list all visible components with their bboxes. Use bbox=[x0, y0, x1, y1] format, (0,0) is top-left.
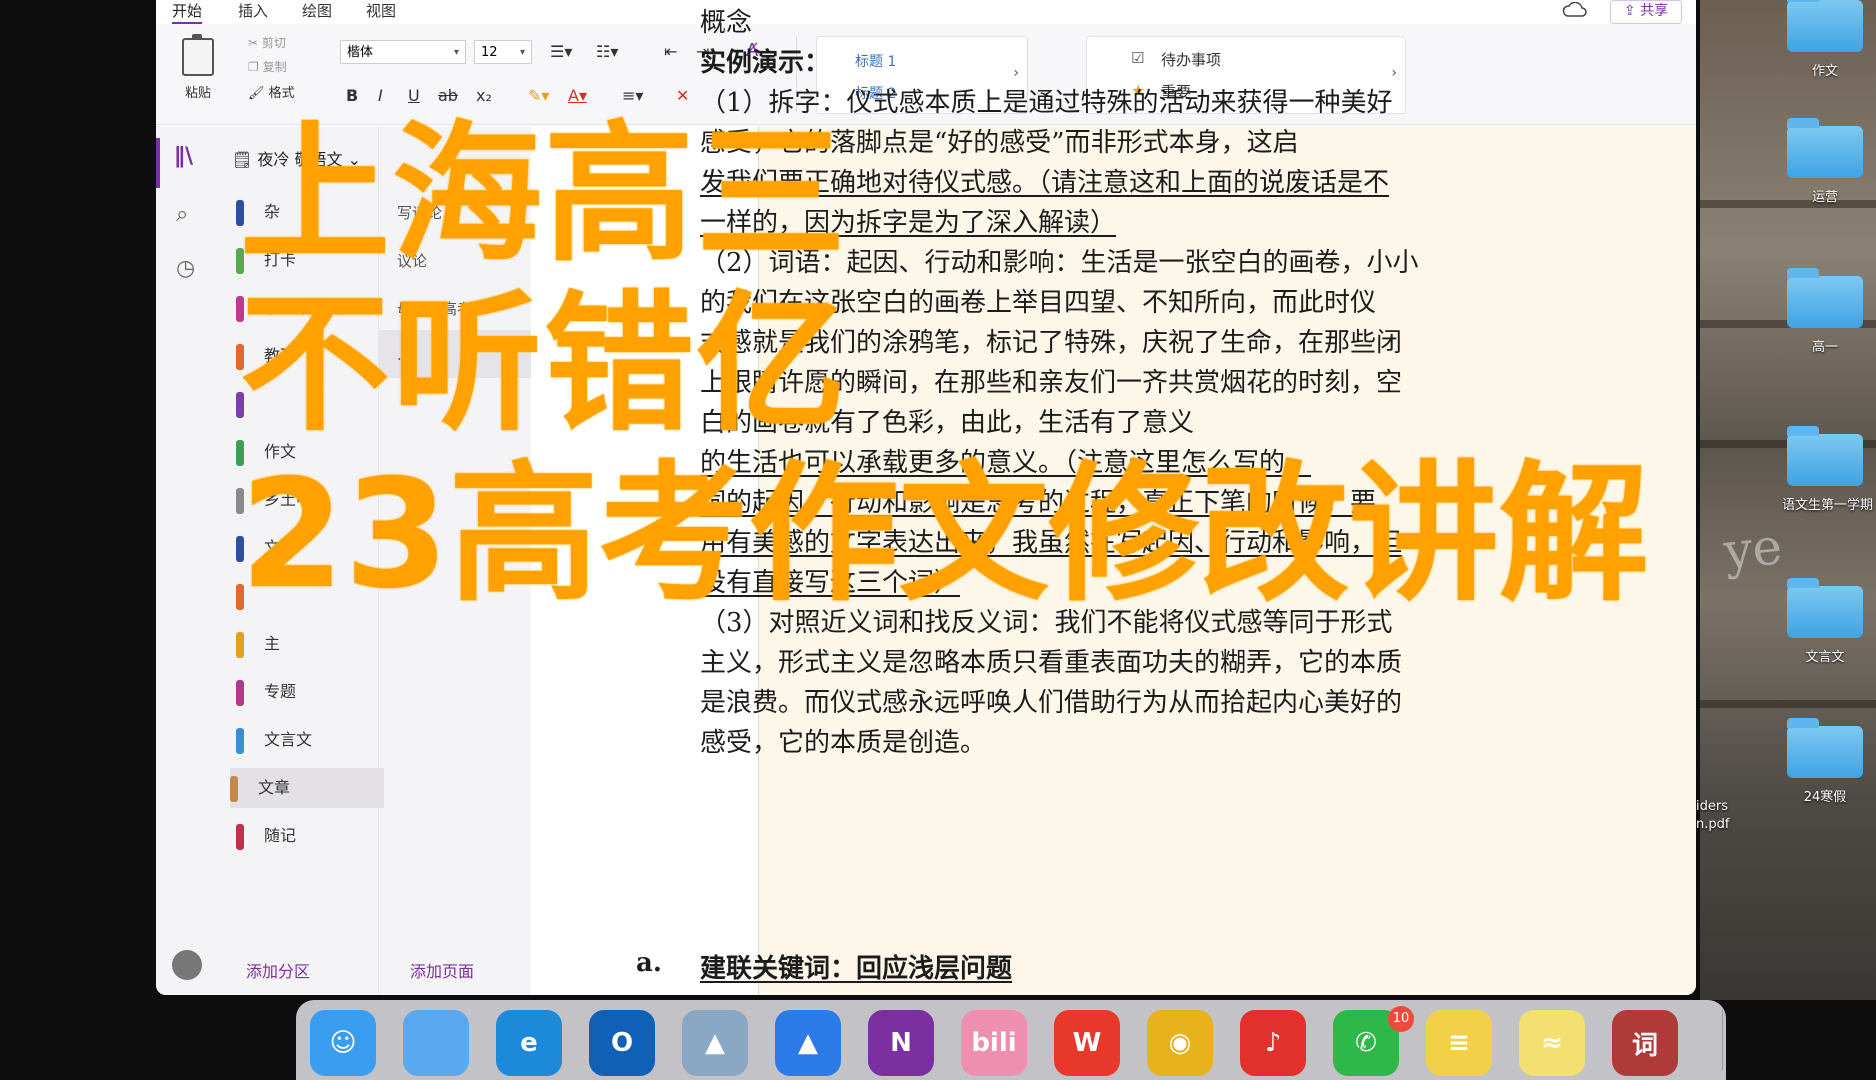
section-label: 主 bbox=[264, 634, 281, 653]
numbered-list-icon[interactable]: ☷▾ bbox=[596, 42, 618, 61]
folder-icon bbox=[1787, 268, 1863, 328]
section-item[interactable]: 主 bbox=[236, 624, 376, 664]
wallpaper-sign: ye bbox=[1721, 517, 1785, 581]
align-icon[interactable]: ≡▾ bbox=[622, 86, 643, 105]
section-color-tab bbox=[236, 680, 244, 706]
folder-icon bbox=[1787, 0, 1863, 52]
stickies-icon[interactable]: ≈ bbox=[1519, 1010, 1585, 1076]
notebooks-icon[interactable]: ∥\ bbox=[174, 144, 193, 169]
recent-icon[interactable]: ◷ bbox=[176, 256, 195, 281]
section-item[interactable]: 随记 bbox=[236, 816, 376, 856]
section-color-tab bbox=[236, 728, 244, 754]
overlay-line-1: 上海高三 bbox=[240, 108, 849, 282]
chrome-icon[interactable]: ◉ bbox=[1147, 1010, 1213, 1076]
share-button[interactable]: ⇪ 共享 bbox=[1610, 0, 1682, 24]
add-section-button[interactable]: 添加分区 bbox=[246, 958, 310, 982]
bold-button[interactable]: B bbox=[346, 86, 358, 105]
section-label: 文言文 bbox=[264, 730, 313, 749]
dictionary-icon[interactable]: 词 bbox=[1612, 1010, 1678, 1076]
chevron-right-icon[interactable]: › bbox=[1391, 65, 1397, 81]
highlighter-icon[interactable]: ✎▾ bbox=[528, 86, 549, 105]
account-avatar-icon[interactable] bbox=[172, 950, 202, 980]
format-painter-button[interactable]: 🖌 格式 bbox=[248, 82, 295, 101]
folder-icon bbox=[1787, 426, 1863, 486]
note-heading: 建联关键词：回应浅层问题 bbox=[700, 954, 1013, 984]
desktop-folder[interactable]: 作文 bbox=[1782, 0, 1868, 79]
note-line: 主义，形式主义是忽略本质只看重表面功夫的糊弄，它的本质 bbox=[700, 648, 1403, 678]
onenote-icon[interactable]: N bbox=[868, 1010, 934, 1076]
tab-view[interactable]: 视图 bbox=[366, 0, 396, 21]
photos-icon[interactable]: ▲ bbox=[682, 1010, 748, 1076]
desktop-folder[interactable]: 高一 bbox=[1782, 268, 1868, 355]
section-label: 随记 bbox=[264, 826, 297, 845]
folder-icon bbox=[1787, 578, 1863, 638]
folder-icon bbox=[1787, 718, 1863, 778]
tab-insert[interactable]: 插入 bbox=[238, 0, 268, 21]
font-size-select[interactable]: 12 ▾ bbox=[474, 40, 532, 64]
note-line: 实例演示： bbox=[700, 48, 831, 78]
note-line: 是浪费。而仪式感永远呼唤人们借助行为从而拾起内心美好的 bbox=[700, 688, 1403, 718]
section-color-tab bbox=[230, 776, 238, 802]
rail-active-indicator bbox=[156, 138, 160, 188]
sync-cloud-icon[interactable] bbox=[1562, 2, 1588, 18]
chevron-down-icon: ▾ bbox=[453, 47, 459, 58]
dock-divider bbox=[1722, 1010, 1723, 1070]
heading-marker: a. bbox=[636, 948, 662, 978]
font-color-icon[interactable]: A▾ bbox=[568, 86, 587, 105]
bilibili-icon[interactable]: bili bbox=[961, 1010, 1027, 1076]
underline-button[interactable]: U bbox=[408, 86, 420, 105]
section-color-tab bbox=[236, 824, 244, 850]
desktop-folder[interactable]: 文言文 bbox=[1782, 578, 1868, 665]
section-label: 文章 bbox=[258, 778, 291, 797]
section-color-tab bbox=[236, 632, 244, 658]
notes-app-icon[interactable] bbox=[403, 1010, 469, 1076]
delete-icon[interactable]: ✕ bbox=[676, 86, 689, 105]
outlook-icon[interactable]: O bbox=[589, 1010, 655, 1076]
chevron-down-icon: ▾ bbox=[519, 47, 525, 58]
strikethrough-button[interactable]: ab bbox=[438, 86, 458, 105]
clipboard-icon bbox=[182, 34, 214, 76]
desktop-folder[interactable]: 24寒假 bbox=[1782, 718, 1868, 805]
wps-icon[interactable]: W bbox=[1054, 1010, 1120, 1076]
checkbox-icon: ☑ bbox=[1131, 49, 1145, 67]
search-icon[interactable]: ⌕ bbox=[176, 202, 188, 227]
style-heading-1[interactable]: 标题 1 bbox=[855, 51, 896, 71]
desktop-file-label[interactable]: iders n.pdf bbox=[1696, 798, 1729, 834]
note-line: 概念 bbox=[700, 8, 753, 38]
tab-draw[interactable]: 绘图 bbox=[302, 0, 332, 21]
tab-home[interactable]: 开始 bbox=[172, 0, 203, 25]
desktop-folder[interactable]: 运营 bbox=[1782, 118, 1868, 205]
outdent-icon[interactable]: ⇤ bbox=[664, 42, 677, 61]
note-line: 感受，它的本质是创造。 bbox=[700, 728, 987, 758]
paste-button[interactable]: 粘贴 bbox=[174, 34, 222, 101]
wechat-badge: 10 bbox=[1388, 1006, 1414, 1032]
folder-icon bbox=[1787, 118, 1863, 178]
finder-icon[interactable]: ☺ bbox=[310, 1010, 376, 1076]
edge-icon[interactable]: e bbox=[496, 1010, 562, 1076]
section-item[interactable]: 文章 bbox=[230, 768, 384, 808]
section-item[interactable]: 文言文 bbox=[236, 720, 376, 760]
font-name-select[interactable]: 楷体 ▾ bbox=[340, 40, 466, 64]
overlay-line-2: 不听错亿 bbox=[240, 278, 849, 452]
ribbon-tabs: 开始 插入 绘图 视图 bbox=[156, 0, 1696, 25]
notes-icon[interactable]: ≡ bbox=[1426, 1010, 1492, 1076]
tag-todo[interactable]: 待办事项 bbox=[1161, 49, 1221, 70]
netease-music-icon[interactable]: ♪ bbox=[1240, 1010, 1306, 1076]
copy-button[interactable]: ❐ 复制 bbox=[248, 58, 287, 75]
subscript-button[interactable]: x₂ bbox=[476, 86, 492, 105]
section-item[interactable]: 专题 bbox=[236, 672, 376, 712]
overlay-line-3: 23高考作文修改讲解 bbox=[240, 448, 1649, 622]
desktop-folder[interactable]: 语文生第一学期 bbox=[1782, 426, 1873, 513]
italic-button[interactable]: I bbox=[378, 86, 383, 105]
add-page-button[interactable]: 添加页面 bbox=[410, 958, 474, 982]
chevron-right-icon[interactable]: › bbox=[1013, 65, 1019, 81]
lark-icon[interactable]: ▲ bbox=[775, 1010, 841, 1076]
section-label: 专题 bbox=[264, 682, 297, 701]
cut-button[interactable]: ✂ 剪切 bbox=[248, 34, 286, 51]
bullet-list-icon[interactable]: ☰▾ bbox=[550, 42, 572, 61]
navigation-rail: ∥\ ⌕ ◷ bbox=[156, 126, 219, 995]
share-icon: ⇪ bbox=[1623, 3, 1641, 19]
